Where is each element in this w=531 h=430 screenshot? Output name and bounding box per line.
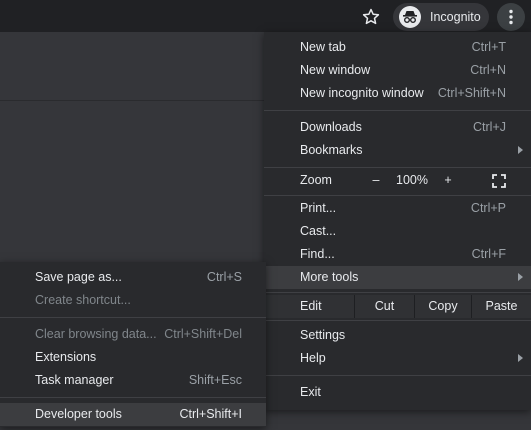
menu-separator	[0, 317, 266, 318]
zoom-in-label: +	[444, 173, 452, 187]
submenu-arrow-icon	[518, 354, 523, 362]
submenu-item-clear-browsing-data[interactable]: Clear browsing data... Ctrl+Shift+Del	[0, 323, 266, 346]
chrome-main-menu: New tab Ctrl+T New window Ctrl+N New inc…	[264, 32, 531, 410]
menu-separator	[264, 195, 531, 196]
submenu-arrow-icon	[518, 273, 523, 281]
menu-item-bookmarks[interactable]: Bookmarks	[264, 139, 531, 162]
zoom-out-label: –	[372, 173, 380, 187]
submenu-item-developer-tools[interactable]: Developer tools Ctrl+Shift+I	[0, 403, 266, 426]
menu-item-print[interactable]: Print... Ctrl+P	[264, 197, 531, 220]
incognito-badge[interactable]: Incognito	[393, 3, 489, 31]
menu-separator	[264, 292, 531, 293]
menu-item-shortcut: Ctrl+Shift+N	[437, 86, 506, 100]
menu-item-label: Settings	[300, 328, 346, 342]
menu-item-help[interactable]: Help	[264, 347, 531, 370]
fullscreen-button[interactable]	[486, 169, 512, 192]
menu-item-label: Clear browsing data...	[35, 327, 157, 341]
submenu-item-save-page[interactable]: Save page as... Ctrl+S	[0, 266, 266, 289]
zoom-row: Zoom – 100% +	[264, 169, 531, 192]
menu-item-label: Save page as...	[35, 270, 122, 284]
menu-item-label: Task manager	[35, 373, 114, 387]
menu-item-label: Cast...	[300, 224, 337, 238]
menu-item-more-tools[interactable]: More tools	[264, 266, 531, 289]
more-tools-submenu: Save page as... Ctrl+S Create shortcut..…	[0, 262, 266, 427]
menu-item-new-incognito-window[interactable]: New incognito window Ctrl+Shift+N	[264, 82, 531, 105]
submenu-item-create-shortcut[interactable]: Create shortcut...	[0, 289, 266, 312]
edit-label: Edit	[300, 299, 322, 313]
menu-item-new-window[interactable]: New window Ctrl+N	[264, 59, 531, 82]
menu-item-label: New tab	[300, 40, 346, 54]
menu-separator	[0, 397, 266, 398]
submenu-item-task-manager[interactable]: Task manager Shift+Esc	[0, 369, 266, 392]
menu-separator	[264, 320, 531, 321]
menu-item-label: More tools	[300, 270, 359, 284]
menu-item-new-tab[interactable]: New tab Ctrl+T	[264, 36, 531, 59]
menu-item-shortcut: Shift+Esc	[188, 373, 242, 387]
paste-button[interactable]: Paste	[472, 295, 531, 318]
zoom-out-button[interactable]: –	[358, 169, 394, 192]
menu-item-label: Developer tools	[35, 407, 122, 421]
menu-item-label: Exit	[300, 385, 321, 399]
menu-item-label: New incognito window	[300, 86, 424, 100]
star-icon[interactable]	[360, 6, 382, 28]
menu-item-shortcut: Ctrl+T	[471, 40, 506, 54]
menu-separator	[264, 110, 531, 111]
menu-item-label: Create shortcut...	[35, 293, 131, 307]
menu-item-shortcut: Ctrl+F	[471, 247, 506, 261]
menu-item-exit[interactable]: Exit	[264, 381, 531, 404]
cut-label: Cut	[374, 299, 395, 313]
menu-item-label: Find...	[300, 247, 335, 261]
paste-label: Paste	[485, 299, 518, 313]
menu-item-label: Extensions	[35, 350, 97, 364]
fullscreen-icon	[492, 174, 506, 188]
browser-toolbar: Incognito	[0, 0, 531, 32]
copy-label: Copy	[428, 299, 458, 313]
menu-separator	[264, 375, 531, 376]
menu-item-shortcut: Ctrl+S	[206, 270, 242, 284]
incognito-label: Incognito	[430, 10, 481, 24]
menu-item-downloads[interactable]: Downloads Ctrl+J	[264, 116, 531, 139]
copy-button[interactable]: Copy	[415, 295, 471, 318]
content-divider	[0, 100, 265, 101]
menu-item-shortcut: Ctrl+Shift+Del	[164, 327, 242, 341]
incognito-icon	[399, 6, 421, 28]
menu-item-find[interactable]: Find... Ctrl+F	[264, 243, 531, 266]
cut-button[interactable]: Cut	[355, 295, 414, 318]
menu-item-shortcut: Ctrl+Shift+I	[179, 407, 242, 421]
menu-item-shortcut: Ctrl+N	[470, 63, 506, 77]
zoom-level-value: 100%	[396, 173, 428, 187]
menu-item-label: New window	[300, 63, 371, 77]
menu-item-cast[interactable]: Cast...	[264, 220, 531, 243]
menu-item-label: Bookmarks	[300, 143, 363, 157]
zoom-label: Zoom	[300, 173, 332, 187]
zoom-level: 100%	[393, 169, 431, 192]
menu-item-label: Downloads	[300, 120, 362, 134]
submenu-arrow-icon	[518, 146, 523, 154]
menu-item-label: Help	[300, 351, 326, 365]
zoom-in-button[interactable]: +	[430, 169, 466, 192]
menu-item-shortcut: Ctrl+J	[473, 120, 506, 134]
submenu-item-extensions[interactable]: Extensions	[0, 346, 266, 369]
menu-item-label: Print...	[300, 201, 337, 215]
menu-separator	[264, 167, 531, 168]
kebab-menu-icon[interactable]	[497, 3, 525, 31]
menu-item-settings[interactable]: Settings	[264, 324, 531, 347]
edit-row: Edit Cut Copy Paste	[264, 295, 531, 318]
menu-item-shortcut: Ctrl+P	[470, 201, 506, 215]
